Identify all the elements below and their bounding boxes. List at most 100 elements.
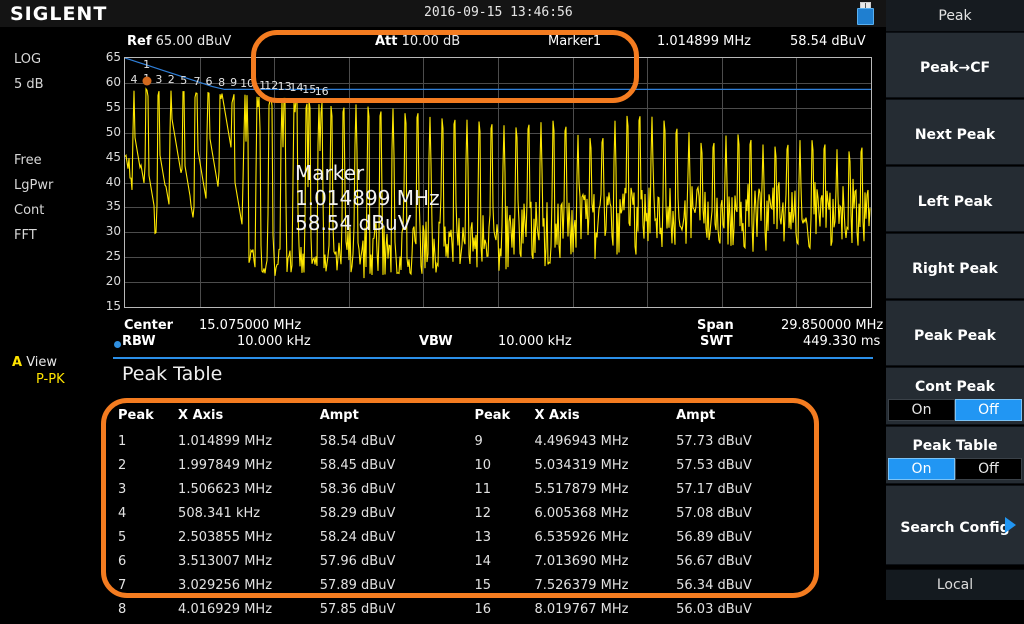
softkey-right-peak[interactable]: Right Peak [886, 233, 1024, 299]
peak-label-4: 4 [131, 73, 138, 86]
peak-xaxis-left: 508.341 kHz [178, 504, 320, 528]
toggle-cont-peak-on[interactable]: On [888, 399, 955, 421]
vbw-value: 10.000 kHz [498, 334, 572, 349]
trace-state: A View [12, 355, 57, 370]
ref-value: 65.00 dBuV [156, 34, 232, 49]
col-ampt-right: Ampt [676, 408, 818, 432]
peak-ampt-left: 58.29 dBuV [320, 504, 462, 528]
peak-xaxis-left: 3.029256 MHz [178, 576, 320, 600]
toggle-peak-table-off[interactable]: Off [955, 458, 1022, 480]
datetime-display: 2016-09-15 13:46:56 [424, 5, 573, 20]
vbw-label: VBW [419, 334, 453, 349]
peak-ampt-left: 58.45 dBuV [320, 456, 462, 480]
softkey-label: Peak→CF [886, 60, 1024, 76]
col-peak-right: Peak [474, 408, 534, 432]
y-tick-40: 40 [99, 175, 121, 189]
softkey-search-config[interactable]: Search Config [886, 485, 1024, 565]
status-filter-type: FFT [14, 228, 37, 243]
swt-value: 449.330 ms [803, 334, 880, 349]
peak-xaxis-left: 4.016929 MHz [178, 600, 320, 624]
cell-spacer [461, 432, 474, 456]
trace-mode: View [26, 355, 57, 370]
peak-ampt-right: 56.34 dBuV [676, 576, 818, 600]
marker-indicator [142, 77, 151, 86]
peak-ampt-left: 57.96 dBuV [320, 552, 462, 576]
cell-spacer [461, 528, 474, 552]
peak-ampt-left: 58.54 dBuV [320, 432, 462, 456]
peak-index-left: 7 [118, 576, 178, 600]
peak-index-left: 5 [118, 528, 178, 552]
title-bar: SIGLENT 2016-09-15 13:46:56 [0, 0, 1024, 28]
y-tick-30: 30 [99, 224, 121, 238]
rbw-value: 10.000 kHz [237, 334, 311, 349]
peak-xaxis-left: 2.503855 MHz [178, 528, 320, 552]
chevron-right-icon [1005, 517, 1016, 533]
peak-label-8: 8 [218, 76, 225, 89]
toggle-peak-table-on[interactable]: On [888, 458, 955, 480]
peak-ampt-right: 56.03 dBuV [676, 600, 818, 624]
softkey-peak-table[interactable]: Peak Table OnOff [886, 426, 1024, 484]
softkey-cont-peak[interactable]: Cont Peak OnOff [886, 367, 1024, 425]
center-label: Center [124, 318, 173, 333]
y-tick-35: 35 [99, 199, 121, 213]
table-row: 11.014899 MHz58.54 dBuV94.496943 MHz57.7… [118, 432, 818, 456]
peak-index-left: 1 [118, 432, 178, 456]
peak-table-divider [113, 357, 873, 359]
ref-label: Ref [127, 34, 151, 49]
cell-spacer [461, 480, 474, 504]
softkey-menu: Peak Peak→CFNext PeakLeft PeakRight Peak… [886, 0, 1024, 600]
softkey-label: Peak Table [886, 438, 1024, 454]
softkey-label: Cont Peak [886, 379, 1024, 395]
y-tick-45: 45 [99, 150, 121, 164]
peak-xaxis-left: 1.997849 MHz [178, 456, 320, 480]
peak-xaxis-left: 3.513007 MHz [178, 552, 320, 576]
trace-letter: A [12, 355, 22, 370]
peak-ampt-right: 57.53 dBuV [676, 456, 818, 480]
table-row: 73.029256 MHz57.89 dBuV157.526379 MHz56.… [118, 576, 818, 600]
softkey-peak-peak[interactable]: Peak Peak [886, 300, 1024, 366]
table-row: 4508.341 kHz58.29 dBuV126.005368 MHz57.0… [118, 504, 818, 528]
trace-detector: P-PK [36, 372, 65, 387]
peak-ampt-left: 58.24 dBuV [320, 528, 462, 552]
peak-xaxis-left: 1.506623 MHz [178, 480, 320, 504]
menu-local-button[interactable]: Local [886, 569, 1024, 600]
cell-spacer [461, 552, 474, 576]
peak-xaxis-left: 1.014899 MHz [178, 432, 320, 456]
softkey-left-peak[interactable]: Left Peak [886, 166, 1024, 232]
peak-index-left: 8 [118, 600, 178, 624]
peak-xaxis-right: 6.005368 MHz [534, 504, 676, 528]
table-row: 31.506623 MHz58.36 dBuV115.517879 MHz57.… [118, 480, 818, 504]
toggle-cont-peak-off[interactable]: Off [955, 399, 1022, 421]
span-value: 29.850000 MHz [781, 318, 883, 333]
softkey-label: Left Peak [886, 194, 1024, 210]
softkey-label: Next Peak [886, 127, 1024, 143]
peak-index-right: 12 [474, 504, 534, 528]
y-tick-65: 65 [99, 50, 121, 64]
peak-xaxis-right: 8.019767 MHz [534, 600, 676, 624]
status-sweep-mode: Cont [14, 203, 44, 218]
usb-storage-icon [857, 2, 874, 25]
marker-readout-label: Marker [295, 161, 440, 186]
spectrum-trace [125, 89, 870, 278]
peak-xaxis-right: 5.034319 MHz [534, 456, 676, 480]
marker-readout-ampt: 58.54 dBuV [295, 211, 440, 236]
softkey-peak-cf[interactable]: Peak→CF [886, 32, 1024, 98]
peak-xaxis-right: 4.496943 MHz [534, 432, 676, 456]
peak-index-left: 2 [118, 456, 178, 480]
marker-header-freq: 1.014899 MHz [657, 34, 751, 49]
peak-table-grid: Peak X Axis Ampt Peak X Axis Ampt 11.014… [118, 408, 818, 624]
peak-table-title: Peak Table [122, 363, 222, 385]
softkey-next-peak[interactable]: Next Peak [886, 99, 1024, 165]
col-spacer [461, 408, 474, 432]
peak-index-right: 15 [474, 576, 534, 600]
peak-label-16: 16 [315, 85, 329, 98]
peak-ampt-left: 57.89 dBuV [320, 576, 462, 600]
span-label: Span [697, 318, 734, 333]
marker-readout-freq: 1.014899 MHz [295, 186, 440, 211]
peak-index-right: 9 [474, 432, 534, 456]
marker-header-label: Marker1 [548, 34, 601, 49]
peak-label-2: 2 [168, 73, 175, 86]
peak-label-3: 3 [155, 73, 162, 86]
att-value: 10.00 dB [402, 34, 461, 49]
peak-table-header-row: Peak X Axis Ampt Peak X Axis Ampt [118, 408, 818, 432]
